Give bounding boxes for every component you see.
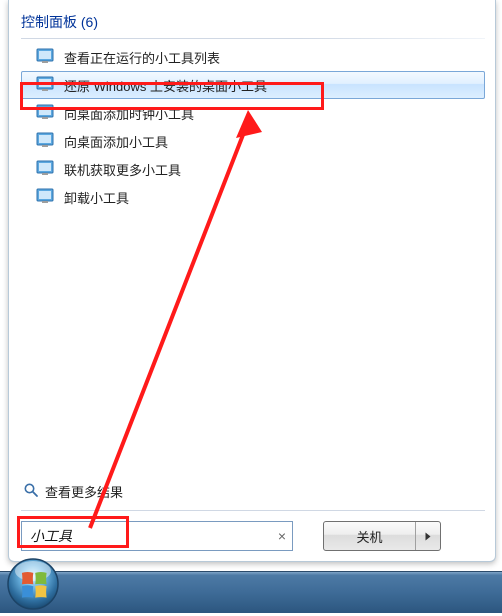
- start-button[interactable]: [6, 557, 60, 611]
- annotation-box-top: [20, 82, 324, 110]
- result-item-label: 联机获取更多小工具: [64, 160, 181, 179]
- result-item-online-gadgets[interactable]: 联机获取更多小工具: [21, 155, 485, 183]
- results-category-header: 控制面板 (6): [21, 8, 485, 38]
- clear-icon[interactable]: ×: [278, 528, 286, 544]
- shutdown-button[interactable]: 关机: [324, 522, 416, 550]
- taskbar[interactable]: [0, 571, 502, 613]
- control-panel-icon: [36, 159, 54, 180]
- result-item-view-running-gadgets[interactable]: 查看正在运行的小工具列表: [21, 43, 485, 71]
- result-item-label: 向桌面添加小工具: [64, 132, 168, 151]
- result-list: 查看正在运行的小工具列表 还原 Windows 上安装的桌面小工具 向桌: [21, 43, 485, 211]
- category-count: (6): [81, 14, 98, 30]
- shutdown-split-button: 关机: [323, 521, 441, 551]
- result-item-label: 查看正在运行的小工具列表: [64, 48, 220, 67]
- divider: [21, 38, 485, 39]
- chevron-right-icon: [426, 532, 431, 540]
- result-item-uninstall-gadget[interactable]: 卸载小工具: [21, 183, 485, 211]
- see-more-results[interactable]: 查看更多结果: [21, 478, 485, 504]
- control-panel-icon: [36, 131, 54, 152]
- control-panel-icon: [36, 47, 54, 68]
- annotation-box-bottom: [17, 516, 129, 548]
- shutdown-label: 关机: [356, 527, 382, 546]
- shutdown-menu-arrow[interactable]: [416, 522, 440, 550]
- see-more-label: 查看更多结果: [45, 482, 123, 501]
- result-item-add-gadget[interactable]: 向桌面添加小工具: [21, 127, 485, 155]
- spacer: [21, 211, 485, 478]
- search-icon: [23, 482, 39, 501]
- result-item-label: 卸载小工具: [64, 188, 129, 207]
- category-title: 控制面板: [21, 14, 77, 30]
- control-panel-icon: [36, 187, 54, 208]
